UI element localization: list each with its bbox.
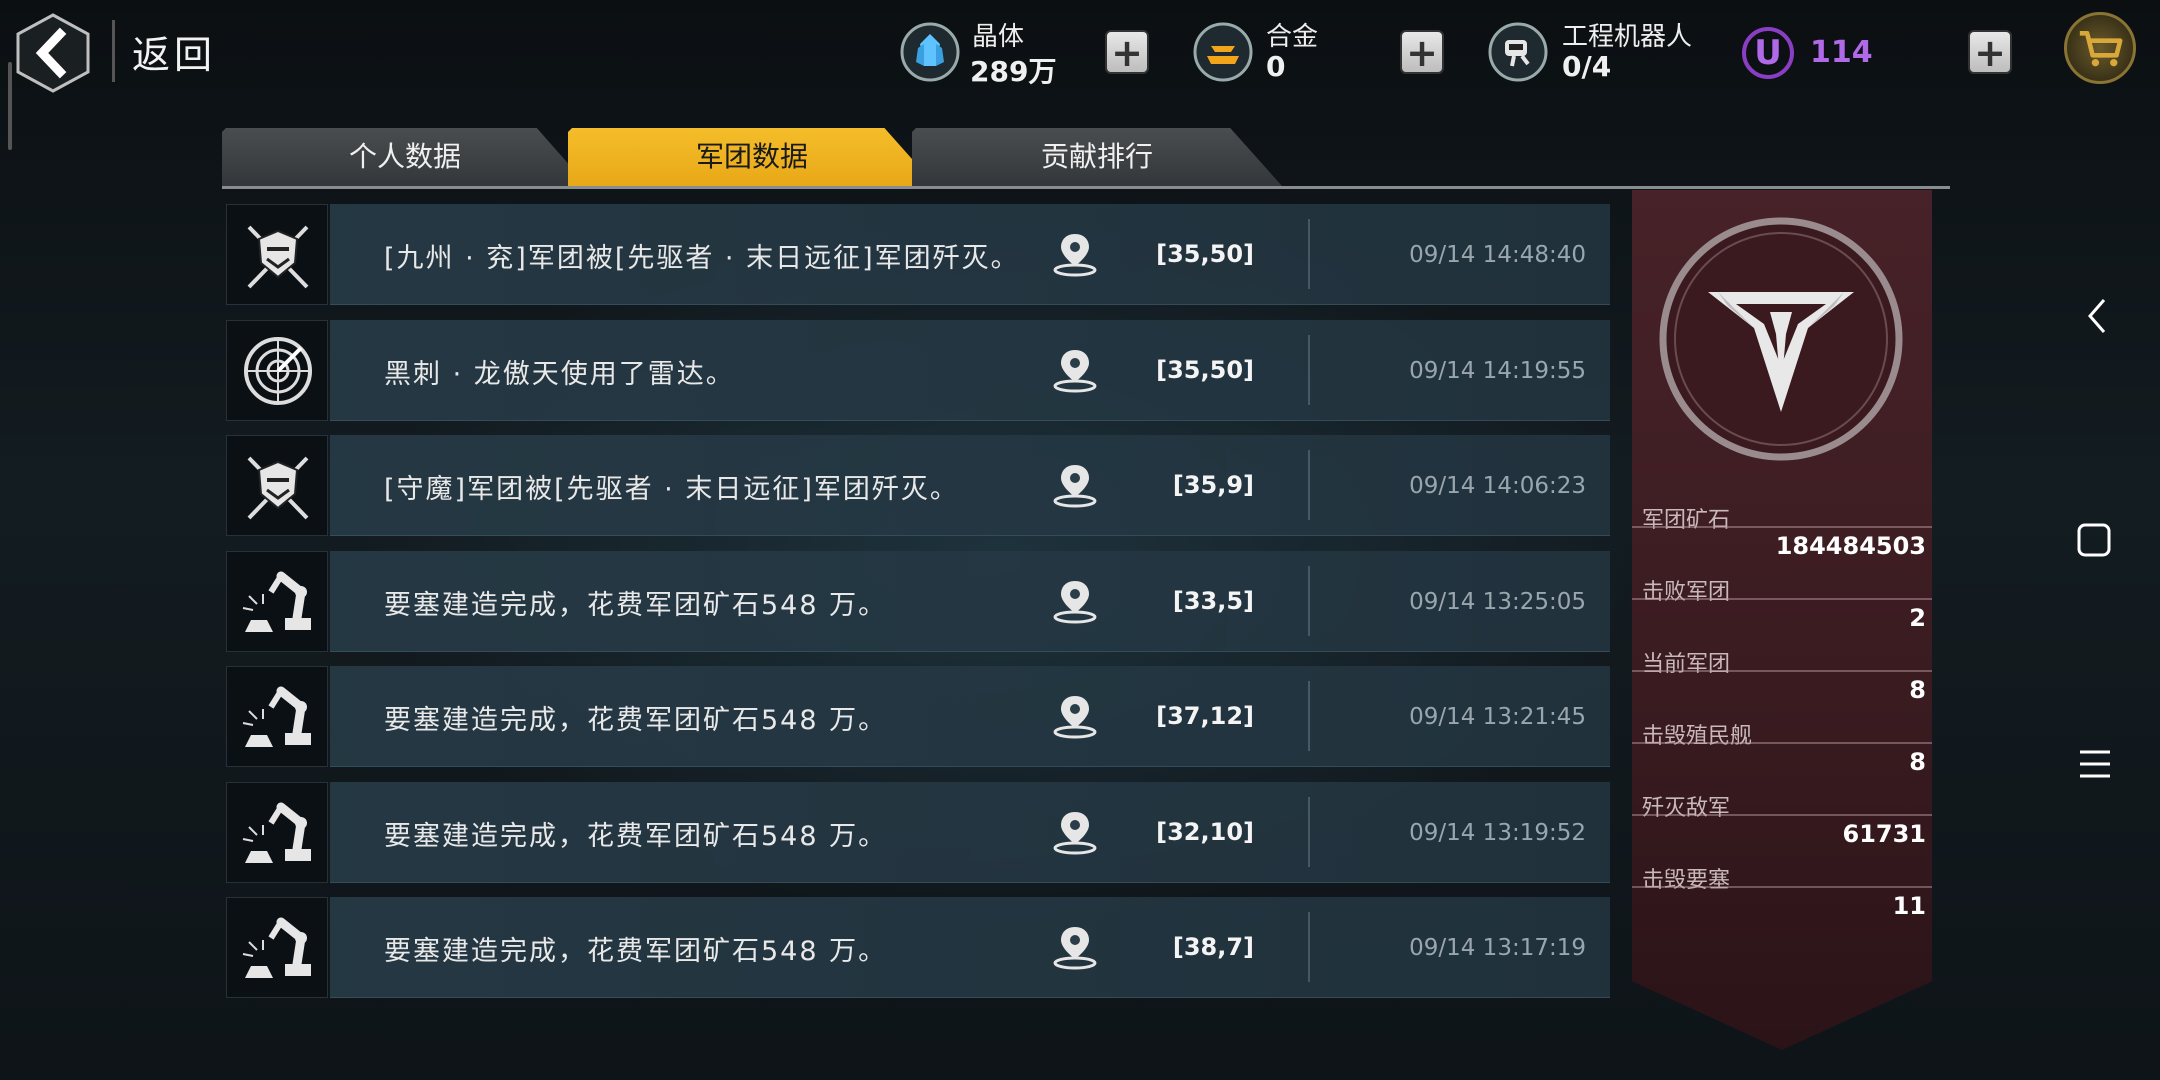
- stat-divider: [1632, 742, 1932, 744]
- location-pin-icon[interactable]: [1050, 344, 1100, 394]
- stat-divider: [1632, 526, 1932, 528]
- back-button[interactable]: [14, 12, 92, 94]
- log-message: 要塞建造完成，花费军团矿石548 万。: [384, 936, 888, 967]
- log-row-separator: [1308, 334, 1310, 405]
- radar-icon: [226, 319, 328, 421]
- tab-contribution-ranking[interactable]: 贡献排行: [912, 128, 1282, 186]
- log-coordinate[interactable]: [35,50]: [1114, 240, 1254, 268]
- alloy-title: 合金: [1266, 22, 1319, 52]
- log-row-separator: [1308, 796, 1310, 867]
- nav-back-icon[interactable]: [2084, 296, 2110, 336]
- stat-label: 当前军团: [1642, 652, 1731, 677]
- log-row: 黑刺 · 龙傲天使用了雷达。 [35,50] 09/14 14:19:55: [226, 319, 1610, 421]
- log-coordinate[interactable]: [33,5]: [1114, 587, 1254, 615]
- stat-divider: [1632, 670, 1932, 672]
- crossed-swords-shield-icon: [226, 204, 328, 305]
- log-row-separator: [1308, 450, 1310, 520]
- log-message: [守魔]军团被[先驱者 · 末日远征]军团歼灭。: [384, 474, 959, 505]
- log-row: [守魔]军团被[先驱者 · 末日远征]军团歼灭。 [35,9] 09/14 14:0…: [226, 435, 1610, 536]
- log-row: 要塞建造完成，花费军团矿石548 万。 [38,7] 09/14 13:17:19: [226, 897, 1610, 998]
- crystal-icon: [900, 22, 960, 82]
- robot-arm-icon: [226, 897, 328, 998]
- log-row-separator: [1308, 681, 1310, 751]
- edge-indicator: [8, 62, 12, 150]
- back-label[interactable]: 返回: [132, 24, 216, 79]
- crystal-title: 晶体: [972, 22, 1025, 52]
- log-row-separator: [1308, 565, 1310, 636]
- top-bar: 返回 晶体 289万 + 合金 0 + 工程机器人 0/4 U 114 +: [0, 0, 2136, 150]
- log-coordinate[interactable]: [37,12]: [1114, 702, 1254, 730]
- stat-divider: [1632, 886, 1932, 888]
- tab-underline: [222, 186, 1950, 189]
- log-coordinate[interactable]: [38,7]: [1114, 933, 1254, 961]
- log-row-separator: [1308, 219, 1310, 289]
- log-message: 要塞建造完成，花费军团矿石548 万。: [384, 705, 888, 736]
- screen: 返回 晶体 289万 + 合金 0 + 工程机器人 0/4 U 114 + 个人…: [0, 0, 2160, 1080]
- log-timestamp: 09/14 14:06:23: [1409, 473, 1586, 499]
- location-pin-icon[interactable]: [1050, 459, 1100, 509]
- shop-cart-icon[interactable]: [2064, 12, 2136, 84]
- stat-label: 歼灭敌军: [1642, 796, 1731, 821]
- location-pin-icon[interactable]: [1050, 228, 1100, 278]
- nav-menu-icon[interactable]: [2078, 748, 2112, 780]
- tab-personal-data[interactable]: 个人数据: [222, 128, 588, 186]
- add-u-currency-button[interactable]: +: [1968, 30, 2012, 74]
- robot-title: 工程机器人: [1562, 22, 1693, 52]
- u-currency-value: 114: [1810, 35, 1873, 70]
- robot-icon: [1488, 22, 1548, 82]
- location-pin-icon[interactable]: [1050, 575, 1100, 625]
- stat-value: 11: [1892, 892, 1926, 920]
- crystal-value: 289万: [970, 55, 1057, 88]
- log-message: 要塞建造完成，花费军团矿石548 万。: [384, 820, 888, 852]
- log-row: 要塞建造完成，花费军团矿石548 万。 [37,12] 09/14 13:21:45: [226, 666, 1610, 767]
- alloy-icon: [1193, 22, 1253, 82]
- add-crystal-button[interactable]: +: [1105, 30, 1149, 74]
- stat-value: 61731: [1842, 820, 1927, 848]
- robot-arm-icon: [226, 550, 328, 652]
- location-pin-icon[interactable]: [1050, 921, 1100, 971]
- log-coordinate[interactable]: [35,50]: [1114, 356, 1254, 384]
- log-timestamp: 09/14 14:48:40: [1409, 242, 1586, 268]
- log-timestamp: 09/14 13:21:45: [1409, 704, 1586, 730]
- robot-arm-icon: [226, 781, 328, 883]
- log-timestamp: 09/14 13:25:05: [1409, 588, 1586, 615]
- stat-divider: [1632, 598, 1932, 600]
- crossed-swords-shield-icon: [226, 435, 328, 536]
- log-coordinate[interactable]: [35,9]: [1114, 471, 1254, 499]
- location-pin-icon[interactable]: [1050, 806, 1100, 856]
- u-currency-icon: U: [1742, 27, 1794, 79]
- stat-value: 184484503: [1775, 532, 1926, 560]
- stat-label: 击毁殖民舰: [1642, 724, 1753, 749]
- robot-arm-icon: [226, 666, 328, 767]
- stat-label: 击败军团: [1642, 580, 1731, 605]
- log-row: 要塞建造完成，花费军团矿石548 万。 [33,5] 09/14 13:25:05: [226, 550, 1610, 652]
- stat-value: 8: [1909, 748, 1926, 776]
- tab-legion-data[interactable]: 军团数据: [568, 128, 936, 186]
- log-timestamp: 09/14 14:19:55: [1409, 357, 1586, 384]
- log-timestamp: 09/14 13:19:52: [1409, 819, 1586, 846]
- stat-label: 击毁要塞: [1642, 868, 1731, 893]
- location-pin-icon[interactable]: [1050, 690, 1100, 740]
- add-alloy-button[interactable]: +: [1400, 30, 1444, 74]
- log-message: 黑刺 · 龙傲天使用了雷达。: [384, 358, 735, 390]
- legion-stats-panel: 军团矿石 184484503 击败军团 2 当前军团 8 击毁殖民舰 8 歼灭敌军 61731 击毁…: [1632, 190, 1932, 1050]
- stat-value: 8: [1909, 676, 1926, 704]
- robot-value: 0/4: [1562, 50, 1612, 83]
- log-coordinate[interactable]: [32,10]: [1114, 818, 1254, 846]
- stat-divider: [1632, 814, 1932, 816]
- log-row-separator: [1308, 912, 1310, 982]
- back-divider: [112, 20, 115, 82]
- log-message: [九州 · 兖]军团被[先驱者 · 末日远征]军团歼灭。: [384, 243, 1020, 274]
- tab-bar: 个人数据 军团数据 贡献排行: [222, 128, 1950, 189]
- log-message: 要塞建造完成，花费军团矿石548 万。: [384, 589, 888, 621]
- stat-label: 军团矿石: [1642, 508, 1731, 533]
- legion-emblem-icon: [1659, 217, 1903, 461]
- stat-value: 2: [1909, 604, 1926, 632]
- log-row: [九州 · 兖]军团被[先驱者 · 末日远征]军团歼灭。 [35,50] 09/14…: [226, 204, 1610, 305]
- log-timestamp: 09/14 13:17:19: [1409, 935, 1586, 961]
- nav-home-icon[interactable]: [2076, 522, 2112, 558]
- alloy-value: 0: [1266, 50, 1286, 83]
- log-row: 要塞建造完成，花费军团矿石548 万。 [32,10] 09/14 13:19:52: [226, 781, 1610, 883]
